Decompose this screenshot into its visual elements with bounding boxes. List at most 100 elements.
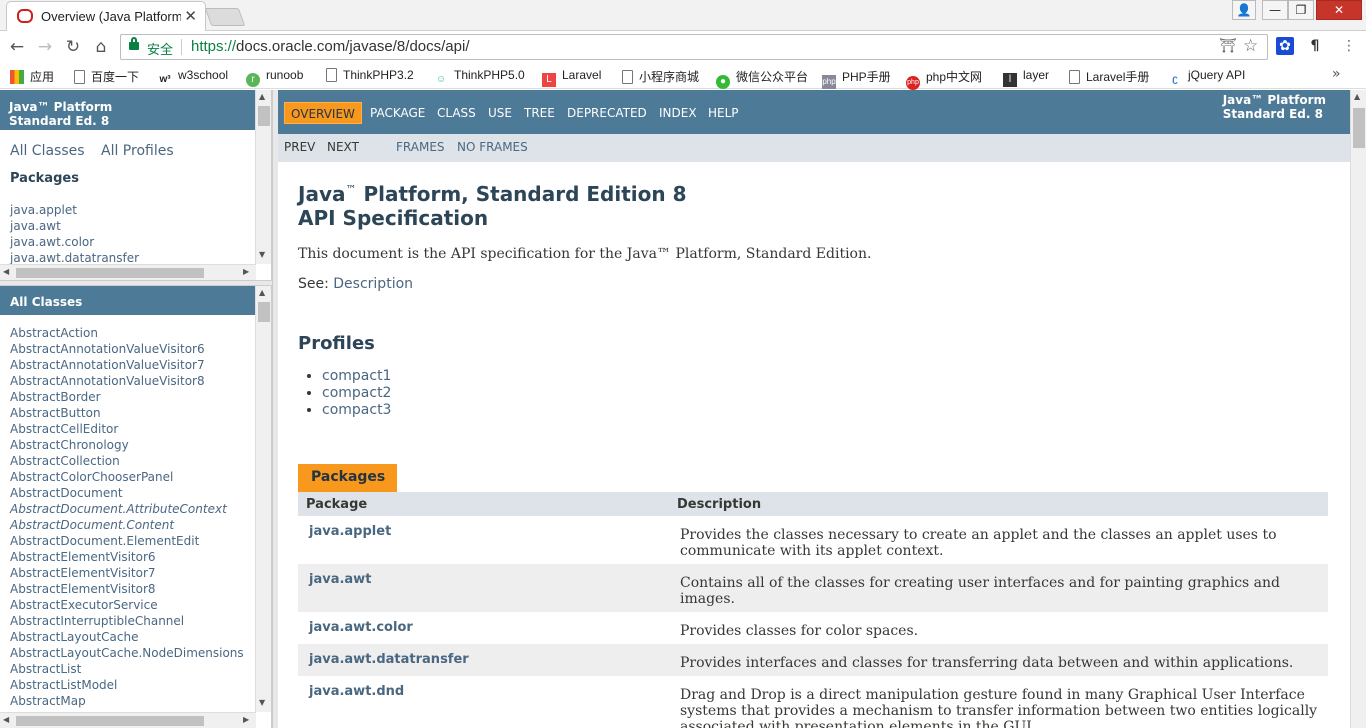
class-link[interactable]: AbstractCollection	[10, 453, 244, 469]
scroll-thumb[interactable]	[1353, 108, 1365, 148]
package-name-link[interactable]: java.awt	[309, 572, 371, 587]
bookmark-item[interactable]: ☺ ThinkPHP5.0	[434, 68, 525, 87]
scroll-up-icon[interactable]: ▲	[259, 288, 265, 297]
bookmark-item[interactable]: l layer	[1003, 68, 1049, 87]
package-link[interactable]: java.applet	[10, 202, 139, 218]
class-link[interactable]: AbstractChronology	[10, 437, 244, 453]
no-frames-link[interactable]: NO FRAMES	[457, 140, 528, 154]
more-bookmarks-icon[interactable]: »	[1332, 66, 1341, 82]
reload-icon[interactable]: ↻	[62, 36, 84, 58]
url-text[interactable]: https://docs.oracle.com/javase/8/docs/ap…	[191, 38, 469, 55]
scroll-left-icon[interactable]: ◀	[3, 715, 9, 724]
class-link[interactable]: AbstractExecutorService	[10, 597, 244, 613]
close-tab-icon[interactable]: ✕	[184, 7, 197, 25]
nav-use[interactable]: USE	[488, 102, 512, 124]
class-link[interactable]: AbstractCellEditor	[10, 421, 244, 437]
class-link[interactable]: AbstractDocument.Content	[10, 517, 244, 533]
class-link[interactable]: AbstractAnnotationValueVisitor7	[10, 357, 244, 373]
package-name-link[interactable]: java.applet	[309, 524, 391, 539]
bookmark-item[interactable]: L Laravel	[542, 68, 601, 87]
main-vertical-scrollbar[interactable]: ▲	[1350, 90, 1366, 728]
class-link[interactable]: AbstractInterruptibleChannel	[10, 613, 244, 629]
nav-overview[interactable]: OVERVIEW	[284, 102, 362, 124]
bookmark-star-icon[interactable]: ☆	[1243, 36, 1258, 56]
class-link[interactable]: AbstractMap	[10, 693, 244, 709]
bookmark-item[interactable]: 小程序商城	[622, 68, 699, 85]
scroll-thumb[interactable]	[16, 268, 204, 278]
bookmark-item[interactable]: r runoob	[246, 68, 303, 87]
class-link[interactable]: AbstractLayoutCache	[10, 629, 244, 645]
translate-icon[interactable]: ⛩	[1219, 38, 1237, 54]
class-link[interactable]: AbstractLayoutCache.NodeDimensions	[10, 645, 244, 661]
class-link[interactable]: AbstractElementVisitor8	[10, 581, 244, 597]
bookmark-item[interactable]: ThinkPHP3.2	[326, 68, 414, 82]
scroll-right-icon[interactable]: ▶	[243, 267, 249, 276]
profile-link[interactable]: compact3	[322, 402, 391, 419]
all-profiles-link[interactable]: All Profiles	[101, 143, 174, 159]
package-name-link[interactable]: java.awt.datatransfer	[309, 652, 469, 667]
address-bar[interactable]: 安全 https://docs.oracle.com/javase/8/docs…	[120, 34, 1268, 60]
class-link[interactable]: AbstractBorder	[10, 389, 244, 405]
maximize-button[interactable]: ❐	[1288, 0, 1314, 20]
class-link[interactable]: AbstractElementVisitor7	[10, 565, 244, 581]
scroll-up-icon[interactable]: ▲	[1354, 92, 1360, 101]
scroll-down-icon[interactable]: ▼	[259, 698, 265, 707]
profile-link[interactable]: compact2	[322, 385, 391, 402]
horizontal-scrollbar[interactable]: ◀ ▶	[0, 712, 256, 728]
close-window-button[interactable]: ✕	[1316, 0, 1362, 20]
package-link[interactable]: java.awt.color	[10, 234, 139, 250]
class-link[interactable]: AbstractDocument	[10, 485, 244, 501]
scroll-right-icon[interactable]: ▶	[243, 715, 249, 724]
class-link[interactable]: AbstractAnnotationValueVisitor6	[10, 341, 244, 357]
class-link[interactable]: AbstractListModel	[10, 677, 244, 693]
nav-class[interactable]: CLASS	[437, 102, 476, 124]
active-tab[interactable]: Overview (Java Platform SE 8 ) ✕	[6, 1, 206, 31]
bookmark-item[interactable]: 百度一下	[74, 68, 139, 85]
nav-index[interactable]: INDEX	[659, 102, 697, 124]
all-classes-link[interactable]: All Classes	[10, 143, 85, 159]
scroll-left-icon[interactable]: ◀	[3, 267, 9, 276]
class-link[interactable]: AbstractDocument.ElementEdit	[10, 533, 244, 549]
bookmark-item[interactable]: w³ w3school	[158, 68, 228, 87]
user-profile-icon[interactable]: 👤	[1232, 0, 1256, 20]
class-link[interactable]: AbstractList	[10, 661, 244, 677]
pilcrow-extension-icon[interactable]: ¶	[1306, 37, 1324, 55]
nav-help[interactable]: HELP	[708, 102, 739, 124]
new-tab-button[interactable]	[204, 8, 246, 26]
scroll-thumb[interactable]	[258, 106, 270, 126]
bookmark-item[interactable]: Laravel手册	[1069, 68, 1149, 85]
bookmark-item[interactable]: ● 微信公众平台	[716, 68, 808, 89]
bookmark-item[interactable]: ʗ jQuery API	[1168, 68, 1245, 87]
class-link[interactable]: AbstractElementVisitor6	[10, 549, 244, 565]
package-name-link[interactable]: java.awt.color	[309, 620, 413, 635]
nav-tree[interactable]: TREE	[524, 102, 555, 124]
bookmark-item[interactable]: php php中文网	[906, 68, 982, 90]
scroll-down-icon[interactable]: ▼	[259, 250, 265, 259]
class-link[interactable]: AbstractDocument.AttributeContext	[10, 501, 244, 517]
forward-arrow-icon[interactable]: →	[34, 36, 56, 58]
class-link[interactable]: AbstractColorChooserPanel	[10, 469, 244, 485]
profile-link[interactable]: compact1	[322, 368, 391, 385]
menu-icon[interactable]: ⋮	[1340, 37, 1358, 55]
description-link[interactable]: Description	[333, 276, 413, 292]
package-name-link[interactable]: java.awt.dnd	[309, 684, 404, 699]
vertical-scrollbar[interactable]: ▲ ▼	[255, 286, 271, 712]
bookmark-item[interactable]: php PHP手册	[822, 68, 891, 89]
scroll-thumb[interactable]	[16, 716, 204, 726]
bookmark-item[interactable]: 应用	[10, 68, 54, 85]
horizontal-scrollbar[interactable]: ◀ ▶	[0, 264, 256, 280]
vertical-scrollbar[interactable]: ▲ ▼	[255, 90, 271, 264]
class-link[interactable]: AbstractButton	[10, 405, 244, 421]
package-link[interactable]: java.awt	[10, 218, 139, 234]
minimize-button[interactable]: —	[1262, 0, 1288, 20]
scroll-up-icon[interactable]: ▲	[259, 92, 265, 101]
class-link[interactable]: AbstractAnnotationValueVisitor8	[10, 373, 244, 389]
home-icon[interactable]: ⌂	[90, 36, 112, 58]
frames-link[interactable]: FRAMES	[396, 140, 445, 154]
nav-deprecated[interactable]: DEPRECATED	[567, 102, 647, 124]
paw-extension-icon[interactable]: ✿	[1276, 37, 1294, 55]
back-arrow-icon[interactable]: ←	[6, 36, 28, 58]
nav-package[interactable]: PACKAGE	[370, 102, 425, 124]
class-link[interactable]: AbstractAction	[10, 325, 244, 341]
scroll-thumb[interactable]	[258, 302, 270, 322]
